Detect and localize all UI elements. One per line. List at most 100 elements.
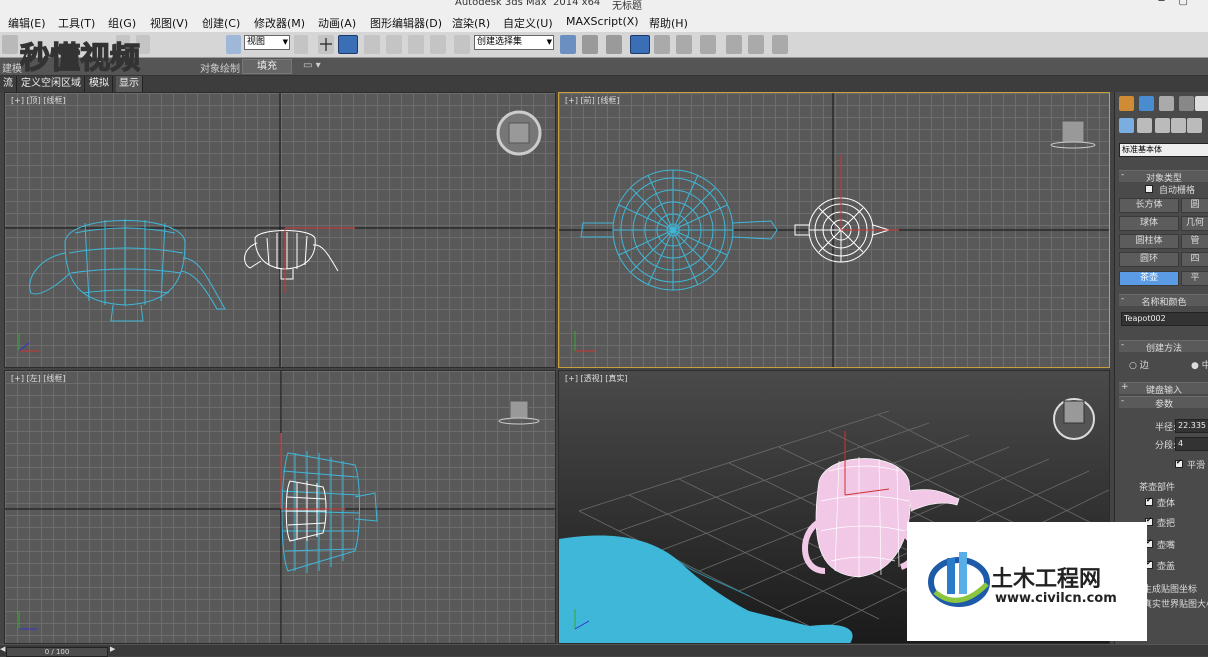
spinner-snap-icon[interactable] (430, 35, 446, 54)
gen-map-coords-label[interactable]: 生成贴图坐标 (1143, 582, 1197, 595)
watermark-right-art: 土木工程网 www.civilcn.com (928, 552, 1117, 607)
box-button[interactable]: 长方体 (1119, 198, 1179, 213)
edit-named-selection-icon[interactable] (454, 35, 470, 54)
watermark-logo-left: 秒懂视频 (19, 34, 210, 78)
body-label: 壶体 (1157, 499, 1176, 509)
tube-button[interactable]: 管 (1181, 234, 1208, 249)
svg-text:秒懂视频: 秒懂视频 (20, 41, 140, 76)
tab-flow[interactable]: 流 (0, 76, 17, 92)
tab-display[interactable]: 显示 (116, 76, 143, 92)
menu-animation[interactable]: 动画(A) (318, 15, 356, 31)
menu-graph-editors[interactable]: 图形编辑器(D) (370, 15, 442, 31)
curve-editor-icon[interactable] (654, 35, 670, 54)
radius-label: 半径: (1155, 423, 1177, 433)
select-manipulate-icon[interactable] (338, 35, 358, 54)
axis-tripod-icon (18, 333, 39, 352)
menu-modifiers[interactable]: 修改器(M) (254, 15, 305, 31)
rendered-frame-icon[interactable] (748, 35, 764, 54)
menu-tools[interactable]: 工具(T) (58, 15, 95, 31)
body-checkbox[interactable] (1145, 496, 1153, 506)
rollout-keyboard-entry[interactable]: + 键盘输入 (1119, 382, 1208, 396)
viewport-perspective-label[interactable]: [+] [透视] [真实] (565, 373, 628, 384)
angle-snap-icon[interactable] (386, 35, 402, 54)
rollout-object-type[interactable]: - 对象类型 (1119, 170, 1208, 184)
method-edge-radio[interactable]: ○ 边 (1129, 358, 1149, 371)
object-name-input[interactable]: Teapot002 (1121, 312, 1208, 326)
rollout-creation-method[interactable]: - 创建方法 (1119, 340, 1208, 354)
tab-define-idle[interactable]: 定义空闲区域 (18, 76, 85, 92)
viewport-left-label[interactable]: [+] [左] [线框] (11, 373, 66, 384)
chevron-down-icon: ▼ (282, 38, 288, 46)
viewport-top-label[interactable]: [+] [顶] [线框] (11, 95, 66, 106)
snap-icon[interactable] (364, 35, 380, 54)
shapes-icon[interactable] (1137, 118, 1152, 133)
real-world-map-label[interactable]: 真实世界贴图大小 (1143, 597, 1208, 610)
smooth-checkbox[interactable] (1175, 458, 1183, 468)
ribbon-toggle-icon[interactable] (630, 35, 650, 54)
geosphere-button[interactable]: 几何 (1181, 216, 1208, 231)
next-frame-icon[interactable]: ▶ (110, 645, 115, 653)
helpers-icon[interactable] (1187, 118, 1202, 133)
menu-create[interactable]: 创建(C) (202, 15, 240, 31)
selection-set-value: 创建选择集 (477, 37, 523, 47)
rollout-name-color[interactable]: - 名称和颜色 (1119, 294, 1208, 308)
menu-help[interactable]: 帮助(H) (649, 15, 688, 31)
viewport-top[interactable]: [+] [顶] [线框] (4, 92, 556, 368)
auto-grid-label: 自动栅格 (1159, 186, 1196, 196)
menu-edit[interactable]: 编辑(E) (8, 15, 46, 31)
ribbon-modeling[interactable]: 建模 (2, 60, 22, 75)
prev-frame-icon[interactable]: ◀ (0, 645, 5, 653)
teapot-blue-wireframe-left (280, 451, 378, 573)
mirror-icon[interactable] (560, 35, 576, 54)
auto-grid-checkbox[interactable] (1145, 185, 1153, 193)
reference-coordinate-select[interactable]: 视图 ▼ (244, 35, 290, 50)
hierarchy-tab-icon[interactable] (1159, 96, 1174, 111)
modify-tab-icon[interactable] (1139, 96, 1154, 111)
viewport-front-label[interactable]: [+] [前] [线框] (565, 95, 620, 106)
menu-group[interactable]: 组(G) (108, 15, 136, 31)
motion-tab-icon[interactable] (1179, 96, 1194, 111)
link-icon[interactable] (2, 35, 18, 54)
torus-button[interactable]: 圆环 (1119, 252, 1179, 267)
ribbon-options-icon[interactable]: ▭ ▾ (303, 60, 321, 71)
render-icon[interactable] (772, 35, 788, 54)
handle-label: 壶把 (1157, 519, 1176, 529)
ribbon-populate-button[interactable]: 填充 (242, 59, 292, 74)
object-category-select[interactable]: 标准基本体 (1119, 143, 1208, 157)
percent-snap-icon[interactable] (408, 35, 424, 54)
lights-icon[interactable] (1155, 118, 1170, 133)
viewcube-icon (509, 400, 529, 420)
rollout-creation-method-title: 创建方法 (1145, 344, 1182, 354)
pyramid-button[interactable]: 四 (1181, 252, 1208, 267)
teapot-button[interactable]: 茶壶 (1119, 271, 1179, 286)
viewport-left[interactable]: [+] [左] [线框] (4, 370, 556, 644)
menu-rendering[interactable]: 渲染(R) (452, 15, 490, 31)
menu-views[interactable]: 视图(V) (150, 15, 188, 31)
viewport-front[interactable]: [+] [前] [线框] (558, 92, 1110, 368)
menu-customize[interactable]: 自定义(U) (503, 15, 553, 31)
cone-button[interactable]: 圆 (1181, 198, 1208, 213)
method-center-radio[interactable]: ● 中 (1191, 358, 1208, 371)
schematic-view-icon[interactable] (676, 35, 692, 54)
cylinder-button[interactable]: 圆柱体 (1119, 234, 1179, 249)
scale-icon[interactable] (226, 35, 241, 54)
layer-manager-icon[interactable] (606, 35, 622, 54)
menu-maxscript[interactable]: MAXScript(X) (566, 15, 639, 28)
cameras-icon[interactable] (1171, 118, 1186, 133)
radius-spinner[interactable]: 22.335 (1175, 419, 1208, 433)
sphere-button[interactable]: 球体 (1119, 216, 1179, 231)
move-icon[interactable] (318, 35, 334, 54)
align-icon[interactable] (582, 35, 598, 54)
create-tab-icon[interactable] (1119, 96, 1134, 111)
named-selection-select[interactable]: 创建选择集 ▼ (474, 35, 554, 50)
tab-simulate[interactable]: 模拟 (86, 76, 113, 92)
plane-button[interactable]: 平 (1181, 271, 1208, 286)
render-setup-icon[interactable] (726, 35, 742, 54)
geometry-icon[interactable] (1119, 118, 1134, 133)
display-tab-icon[interactable] (1195, 96, 1208, 111)
segments-spinner[interactable]: 4 (1175, 437, 1208, 451)
rollout-parameters[interactable]: - 参数 (1119, 396, 1208, 410)
pivot-icon[interactable] (294, 35, 308, 54)
material-editor-icon[interactable] (700, 35, 716, 54)
window-controls[interactable]: ─▢ (1142, 0, 1202, 7)
